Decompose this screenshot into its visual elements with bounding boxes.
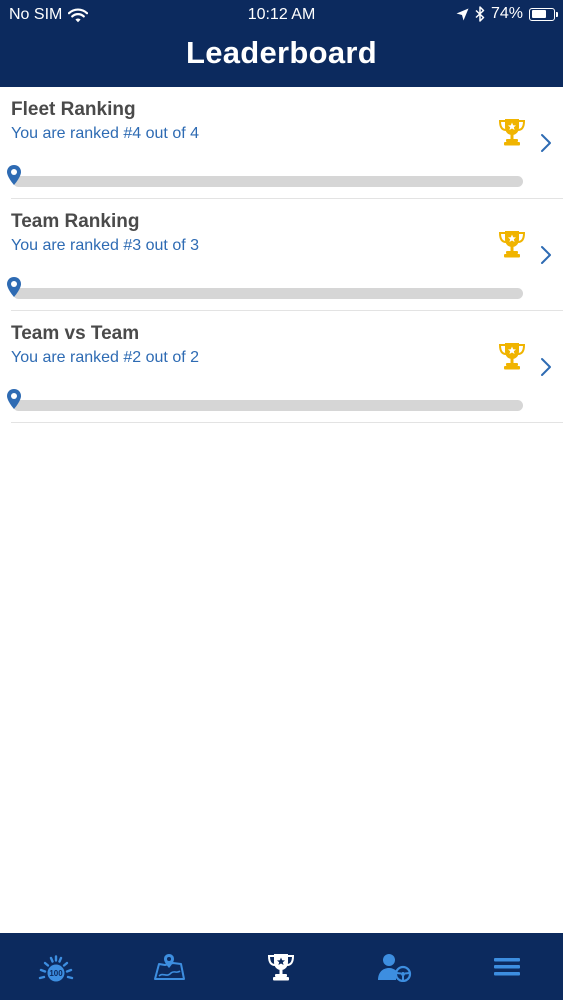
- driver-icon: [378, 953, 412, 982]
- leaderboard-list: Fleet Ranking You are ranked #4 out of 4…: [0, 87, 563, 423]
- row-title: Team vs Team: [11, 323, 140, 344]
- row-subtitle: You are ranked #2 out of 2: [11, 349, 199, 366]
- row-title: Fleet Ranking: [11, 99, 136, 120]
- status-right: 74%: [456, 5, 558, 23]
- tab-menu[interactable]: [477, 942, 537, 992]
- trophy-icon: [498, 343, 526, 370]
- map-pin-icon: [7, 277, 21, 297]
- location-arrow-icon: [456, 8, 469, 20]
- battery-tip: [556, 11, 558, 17]
- map-pin-icon: [7, 165, 21, 185]
- rank-progress-track: [13, 288, 523, 299]
- trophy-icon: [498, 231, 526, 258]
- trophy-icon: [268, 953, 295, 980]
- app-header: No SIM 10:12 AM 74% Leaderboard: [0, 0, 563, 87]
- leaderboard-row-team-vs-team[interactable]: Team vs Team You are ranked #2 out of 2: [7, 311, 563, 423]
- svg-text:100: 100: [50, 969, 64, 978]
- page-title: Leaderboard: [185, 35, 378, 70]
- tab-score[interactable]: 100: [26, 942, 86, 992]
- chevron-right-icon: [541, 134, 551, 152]
- row-subtitle: You are ranked #4 out of 4: [11, 125, 199, 142]
- menu-icon: [493, 957, 520, 975]
- rank-progress-track: [13, 400, 523, 411]
- tab-driver[interactable]: [364, 942, 424, 992]
- battery-fill: [531, 10, 547, 18]
- speedometer-100-icon: 100: [39, 954, 74, 981]
- battery-percent: 74%: [490, 5, 523, 22]
- leaderboard-row-fleet[interactable]: Fleet Ranking You are ranked #4 out of 4: [7, 87, 563, 199]
- map-pin-icon: [7, 389, 21, 409]
- battery-icon: [529, 7, 558, 21]
- row-subtitle: You are ranked #3 out of 3: [11, 237, 199, 254]
- chevron-right-icon: [541, 246, 551, 264]
- trophy-icon: [498, 119, 526, 146]
- rank-progress-track: [13, 176, 523, 187]
- tab-trips[interactable]: [139, 942, 199, 992]
- row-title: Team Ranking: [11, 211, 140, 232]
- bluetooth-icon: [475, 6, 485, 22]
- map-pin-icon: [153, 953, 185, 980]
- leaderboard-row-team[interactable]: Team Ranking You are ranked #3 out of 3: [7, 199, 563, 311]
- status-bar: No SIM 10:12 AM 74%: [0, 0, 563, 30]
- tab-leaderboard[interactable]: [251, 942, 311, 992]
- chevron-right-icon: [541, 358, 551, 376]
- tab-bar: 100: [0, 933, 563, 1000]
